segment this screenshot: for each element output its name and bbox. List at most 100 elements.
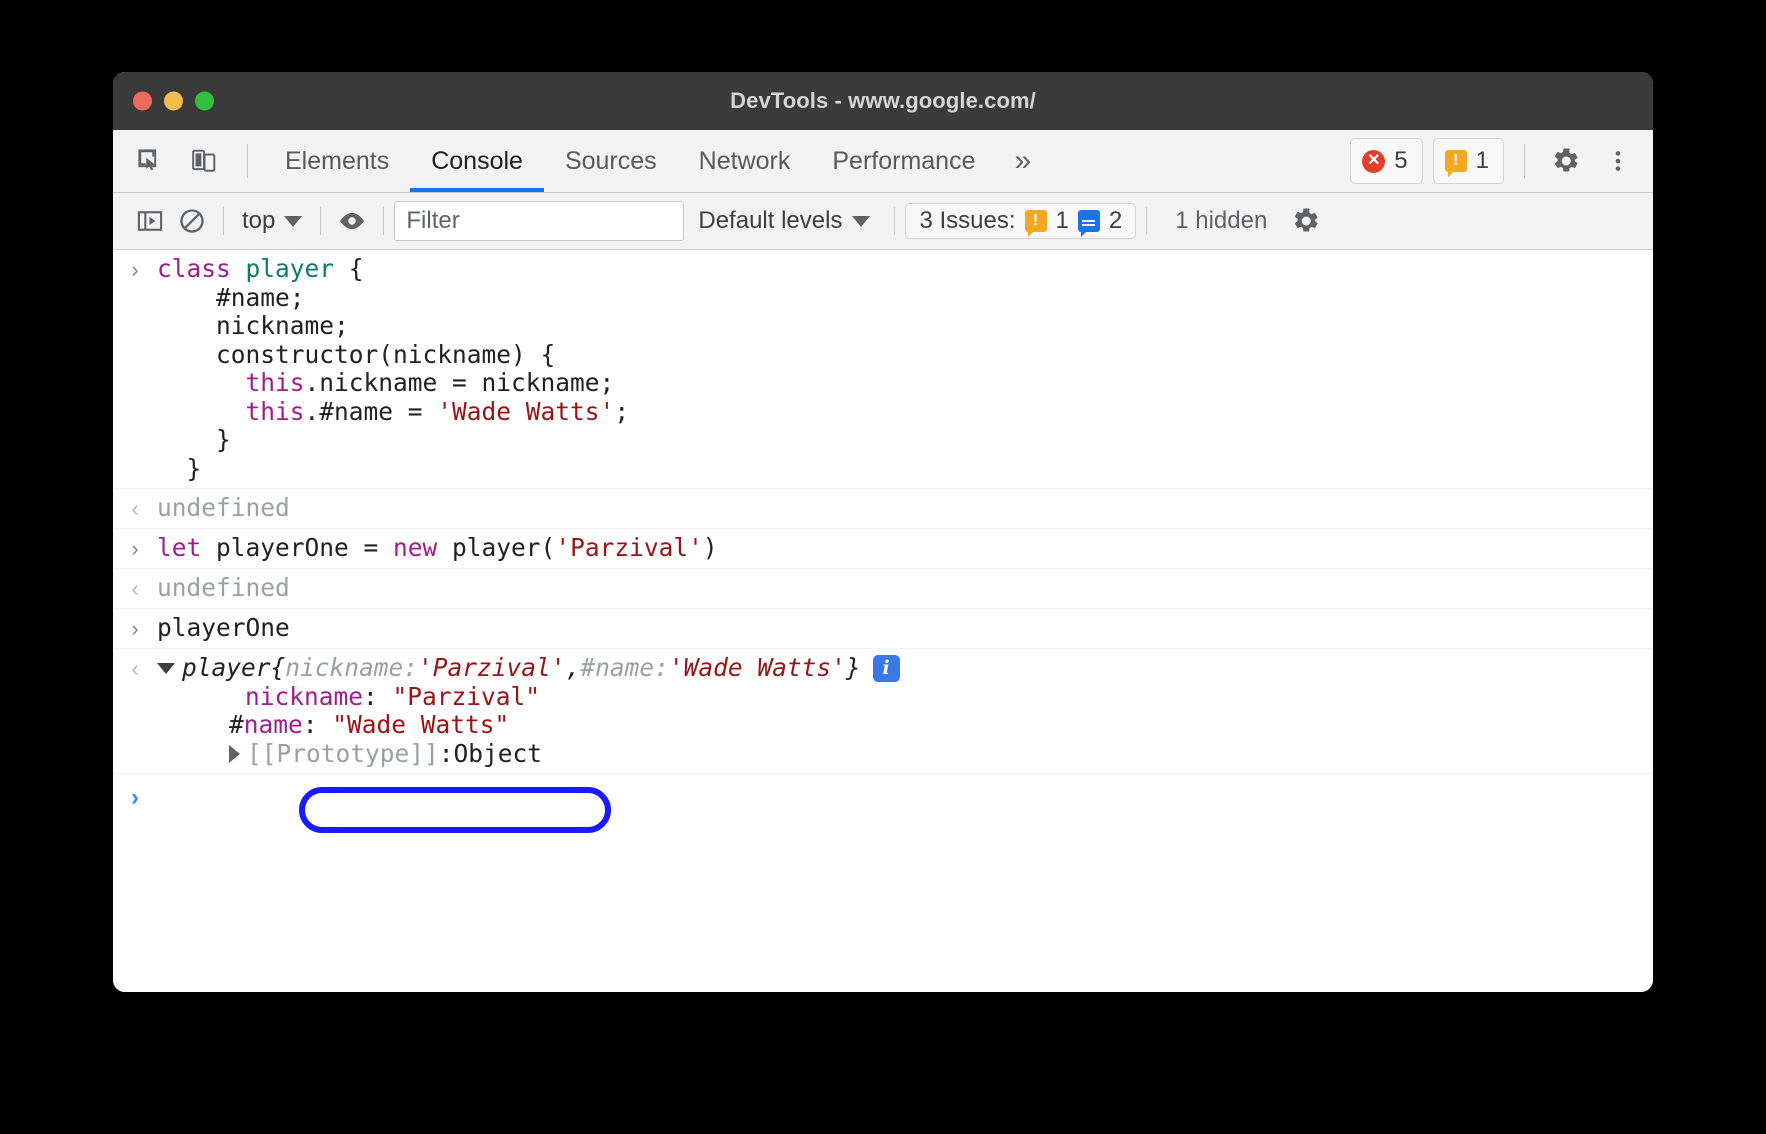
tab-console-label: Console [431, 147, 523, 176]
info-badge-icon[interactable]: i [873, 655, 900, 682]
devtools-window: DevTools - www.google.com/ [113, 72, 1653, 992]
issues-info-count: 2 [1109, 207, 1122, 235]
prototype-label: [[Prototype]] [247, 740, 439, 769]
tab-network[interactable]: Network [678, 130, 812, 192]
window-title: DevTools - www.google.com/ [730, 88, 1036, 114]
object-property-row-private-name[interactable]: #name: "Wade Watts" [157, 711, 1653, 740]
message-gutter-icon: › [113, 614, 157, 643]
tab-performance[interactable]: Performance [811, 130, 996, 192]
message-content: playerOne [157, 614, 300, 643]
token: .#name = [305, 397, 438, 426]
token: #name; [157, 283, 305, 312]
console-object-result: ‹ player {nickname: 'Parzival', #name: '… [113, 649, 1653, 774]
chevron-down-icon-levels [852, 216, 870, 227]
chevron-down-icon [284, 216, 302, 227]
live-expression-icon[interactable] [331, 200, 373, 242]
object-constructor-name: player [182, 654, 271, 683]
console-message: › playerOne [113, 609, 1653, 649]
error-count-chip[interactable]: ✕ 5 [1350, 138, 1422, 184]
token: player [246, 254, 335, 283]
device-toolbar-icon[interactable] [183, 140, 225, 182]
maximize-window-button[interactable] [195, 92, 214, 111]
console-input-field[interactable] [157, 784, 167, 813]
object-preview-row[interactable]: player {nickname: 'Parzival', #name: 'Wa… [157, 654, 1653, 683]
object-brace-open: { [271, 654, 286, 683]
warning-count-chip[interactable]: ! 1 [1433, 138, 1504, 184]
tab-elements[interactable]: Elements [264, 130, 410, 192]
console-sidebar-icon[interactable] [129, 200, 171, 242]
object-prototype-row[interactable]: [[Prototype]]: Object [157, 740, 1653, 769]
message-gutter-icon: ‹ [113, 574, 157, 603]
tab-sources[interactable]: Sources [544, 130, 678, 192]
preview-separator: , [566, 654, 581, 683]
minimize-window-button[interactable] [164, 92, 183, 111]
issues-warning-icon: ! [1025, 210, 1047, 232]
issues-label: 3 Issues: [919, 207, 1015, 235]
message-gutter-icon: ‹ [113, 654, 157, 768]
message-content: undefined [157, 494, 300, 523]
inspect-element-icon[interactable] [129, 140, 171, 182]
hidden-messages-label[interactable]: 1 hidden [1157, 207, 1285, 235]
execution-context-label: top [242, 207, 275, 235]
property-key: name [244, 710, 303, 739]
preview-key-nickname: nickname: [285, 654, 418, 683]
kebab-menu-icon[interactable] [1597, 140, 1639, 182]
token: player( [437, 533, 555, 562]
token: ; [614, 397, 629, 426]
console-message: › class player { #name; nickname; constr… [113, 250, 1653, 489]
toolbar-divider [247, 144, 248, 178]
tab-console[interactable]: Console [410, 130, 544, 192]
console-toolbar: top Default levels 3 Issues: ! 1 2 1 hid… [113, 193, 1653, 250]
console-message: ‹ undefined [113, 569, 1653, 609]
preview-value-name: 'Wade Watts' [669, 654, 846, 683]
tool-icon-group [113, 130, 258, 192]
tab-elements-label: Elements [285, 147, 389, 176]
console-message: ‹ undefined [113, 489, 1653, 529]
issues-warning-count: 1 [1056, 207, 1069, 235]
message-gutter-icon: ‹ [113, 494, 157, 523]
toolbar-divider-right [1524, 144, 1525, 178]
devtools-tab-bar: Elements Console Sources Network Perform… [113, 130, 1653, 193]
token: constructor(nickname) { [157, 340, 555, 369]
console-toolbar-divider-4 [894, 207, 895, 235]
filter-input[interactable] [394, 201, 684, 241]
preview-key-name: #name: [580, 654, 669, 683]
traffic-lights [133, 92, 214, 111]
expand-triangle-right-icon[interactable] [229, 745, 240, 763]
token: playerOne = [201, 533, 393, 562]
object-property-row[interactable]: nickname: "Parzival" [157, 683, 1653, 712]
token: 'Parzival' [555, 533, 703, 562]
preview-value-nickname: 'Parzival' [418, 654, 566, 683]
token: .nickname = nickname; [305, 368, 615, 397]
title-bar: DevTools - www.google.com/ [113, 72, 1653, 130]
token [157, 397, 246, 426]
gear-icon[interactable] [1545, 140, 1587, 182]
expand-triangle-down-icon[interactable] [157, 663, 175, 674]
property-value: "Wade Watts" [332, 710, 509, 739]
issues-info-icon [1078, 210, 1100, 232]
token: 'Wade Watts' [437, 397, 614, 426]
warning-count-label: 1 [1476, 147, 1489, 175]
more-tabs-icon[interactable]: » [996, 130, 1049, 192]
error-count-label: 5 [1394, 147, 1407, 175]
tab-performance-label: Performance [832, 147, 975, 176]
execution-context-selector[interactable]: top [234, 207, 310, 235]
issues-chip[interactable]: 3 Issues: ! 1 2 [905, 203, 1136, 239]
console-toolbar-divider-5 [1146, 207, 1147, 235]
close-window-button[interactable] [133, 92, 152, 111]
property-value: "Parzival" [393, 682, 541, 711]
console-input-prompt[interactable]: › [113, 774, 1653, 813]
log-levels-selector[interactable]: Default levels [684, 207, 884, 235]
console-message-list[interactable]: › class player { #name; nickname; constr… [113, 250, 1653, 992]
token: } [157, 454, 201, 483]
message-gutter-icon: › [113, 534, 157, 563]
log-levels-label: Default levels [698, 207, 842, 235]
message-content: let playerOne = new player('Parzival') [157, 534, 728, 563]
message-content: class player { #name; nickname; construc… [157, 255, 639, 483]
warning-icon: ! [1445, 150, 1467, 172]
token: this [246, 397, 305, 426]
console-settings-gear-icon[interactable] [1285, 200, 1327, 242]
tab-bar-right-group: ✕ 5 ! 1 [1350, 130, 1653, 192]
clear-console-icon[interactable] [171, 200, 213, 242]
property-separator: : [303, 710, 333, 739]
